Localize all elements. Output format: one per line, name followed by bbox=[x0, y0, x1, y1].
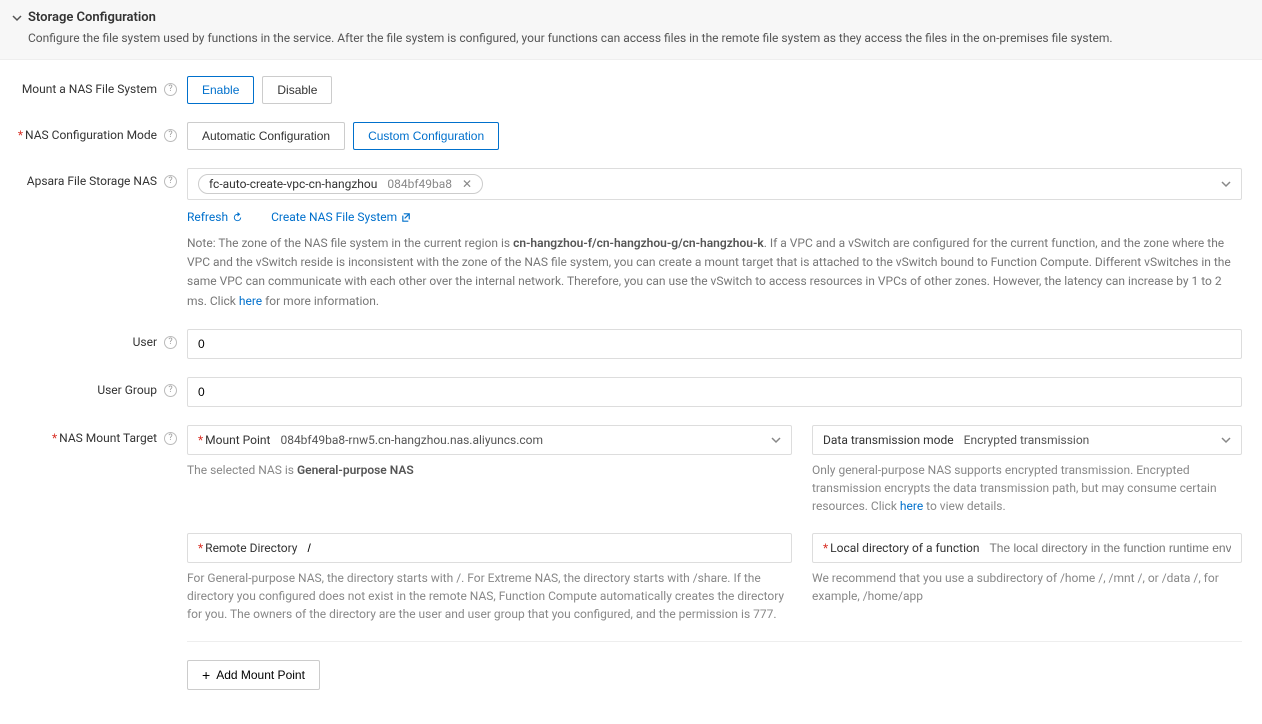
chevron-down-icon bbox=[12, 13, 22, 23]
local-dir-note: We recommend that you use a subdirectory… bbox=[812, 569, 1242, 605]
section-description: Configure the file system used by functi… bbox=[28, 31, 1250, 45]
section-header: Storage Configuration Configure the file… bbox=[0, 0, 1262, 60]
auto-config-button[interactable]: Automatic Configuration bbox=[187, 122, 345, 150]
transmission-mode-select[interactable]: Data transmission mode Encrypted transmi… bbox=[812, 425, 1242, 455]
section-title: Storage Configuration bbox=[28, 10, 156, 25]
help-icon[interactable]: ? bbox=[164, 175, 177, 188]
chevron-down-icon bbox=[1221, 435, 1231, 445]
chevron-down-icon bbox=[771, 435, 781, 445]
refresh-icon bbox=[232, 212, 243, 223]
transmission-note: Only general-purpose NAS supports encryp… bbox=[812, 461, 1242, 515]
enable-button[interactable]: Enable bbox=[187, 76, 254, 104]
user-group-input[interactable] bbox=[187, 377, 1242, 407]
divider bbox=[187, 641, 1242, 642]
label-user: User ? bbox=[12, 329, 187, 349]
local-directory-input[interactable] bbox=[989, 541, 1231, 555]
remote-directory-field[interactable]: *Remote Directory bbox=[187, 533, 792, 563]
mount-point-value: 084bf49ba8-rnw5.cn-hangzhou.nas.aliyuncs… bbox=[280, 433, 761, 447]
label-mount-nas: Mount a NAS File System ? bbox=[12, 76, 187, 96]
external-link-icon bbox=[401, 212, 412, 223]
section-toggle[interactable]: Storage Configuration bbox=[12, 10, 1250, 25]
local-directory-field[interactable]: *Local directory of a function bbox=[812, 533, 1242, 563]
label-nas-mount-target: *NAS Mount Target ? bbox=[12, 425, 187, 445]
label-nas-config-mode: *NAS Configuration Mode ? bbox=[12, 122, 187, 142]
tag-remove-icon[interactable]: ✕ bbox=[462, 177, 472, 191]
label-user-group: User Group ? bbox=[12, 377, 187, 397]
chevron-down-icon bbox=[1221, 179, 1231, 189]
transmission-value: Encrypted transmission bbox=[964, 433, 1211, 447]
help-icon[interactable]: ? bbox=[164, 129, 177, 142]
help-icon[interactable]: ? bbox=[164, 336, 177, 349]
create-nas-link[interactable]: Create NAS File System bbox=[271, 210, 412, 224]
remote-dir-note: For General-purpose NAS, the directory s… bbox=[187, 569, 792, 623]
nas-tag-name: fc-auto-create-vpc-cn-hangzhou bbox=[209, 177, 377, 191]
zone-note: Note: The zone of the NAS file system in… bbox=[187, 234, 1242, 311]
plus-icon: + bbox=[202, 668, 210, 682]
disable-button[interactable]: Disable bbox=[262, 76, 332, 104]
nas-select[interactable]: fc-auto-create-vpc-cn-hangzhou 084bf49ba… bbox=[187, 168, 1242, 200]
selected-nas-note: The selected NAS is General-purpose NAS bbox=[187, 461, 792, 479]
remote-directory-input[interactable] bbox=[307, 541, 781, 555]
transmission-here-link[interactable]: here bbox=[900, 497, 923, 515]
label-apsara-nas: Apsara File Storage NAS ? bbox=[12, 168, 187, 188]
note-here-link[interactable]: here bbox=[239, 292, 262, 311]
add-mount-point-button[interactable]: + Add Mount Point bbox=[187, 660, 320, 690]
refresh-link[interactable]: Refresh bbox=[187, 210, 243, 224]
mount-point-select[interactable]: *Mount Point 084bf49ba8-rnw5.cn-hangzhou… bbox=[187, 425, 792, 455]
help-icon[interactable]: ? bbox=[164, 83, 177, 96]
user-input[interactable] bbox=[187, 329, 1242, 359]
custom-config-button[interactable]: Custom Configuration bbox=[353, 122, 499, 150]
help-icon[interactable]: ? bbox=[164, 432, 177, 445]
help-icon[interactable]: ? bbox=[164, 384, 177, 397]
nas-tag: fc-auto-create-vpc-cn-hangzhou 084bf49ba… bbox=[198, 174, 483, 194]
nas-tag-id: 084bf49ba8 bbox=[387, 177, 452, 191]
